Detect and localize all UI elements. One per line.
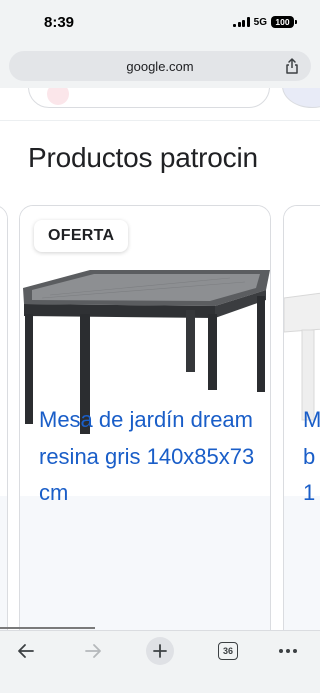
filter-chip[interactable] (28, 88, 270, 108)
status-time: 8:39 (44, 14, 75, 31)
product-title-link[interactable]: Mesa de jardín dream resina gris 140x85x… (39, 402, 263, 512)
product-info (20, 496, 270, 630)
product-title-link-next[interactable]: M b 1 (303, 402, 320, 512)
scroll-indicator (0, 627, 95, 629)
url-text[interactable]: google.com (9, 59, 311, 74)
share-icon[interactable] (283, 57, 301, 75)
signal-icon (233, 17, 250, 27)
bottom-toolbar: 36 (0, 630, 320, 693)
forward-arrow-icon[interactable] (79, 637, 107, 665)
section-title: Productos patrocin (28, 142, 258, 173)
filter-chip-row (0, 88, 320, 122)
page-content: Productos patrocin OFERTA Mesa de jardín… (0, 88, 320, 630)
plus-icon[interactable] (146, 637, 174, 665)
status-indicators: 5G 100 (233, 16, 297, 28)
product-info (284, 496, 320, 630)
offer-badge: OFERTA (34, 220, 129, 252)
product-image (0, 206, 7, 496)
battery-icon: 100 (271, 16, 297, 28)
filter-chip-secondary[interactable] (282, 88, 320, 108)
tab-count: 36 (218, 642, 238, 660)
status-bar: 8:39 5G 100 (0, 0, 320, 46)
address-bar[interactable]: google.com (9, 51, 311, 81)
tab-switcher-button[interactable]: 36 (214, 637, 242, 665)
product-card-previous[interactable] (0, 205, 8, 630)
product-info (0, 496, 7, 630)
divider (0, 120, 320, 121)
chip-thumbnail (47, 88, 69, 105)
back-arrow-icon[interactable] (12, 637, 40, 665)
network-type: 5G (253, 16, 267, 28)
address-bar-area: google.com (0, 46, 320, 88)
more-dots-icon[interactable] (274, 637, 302, 665)
